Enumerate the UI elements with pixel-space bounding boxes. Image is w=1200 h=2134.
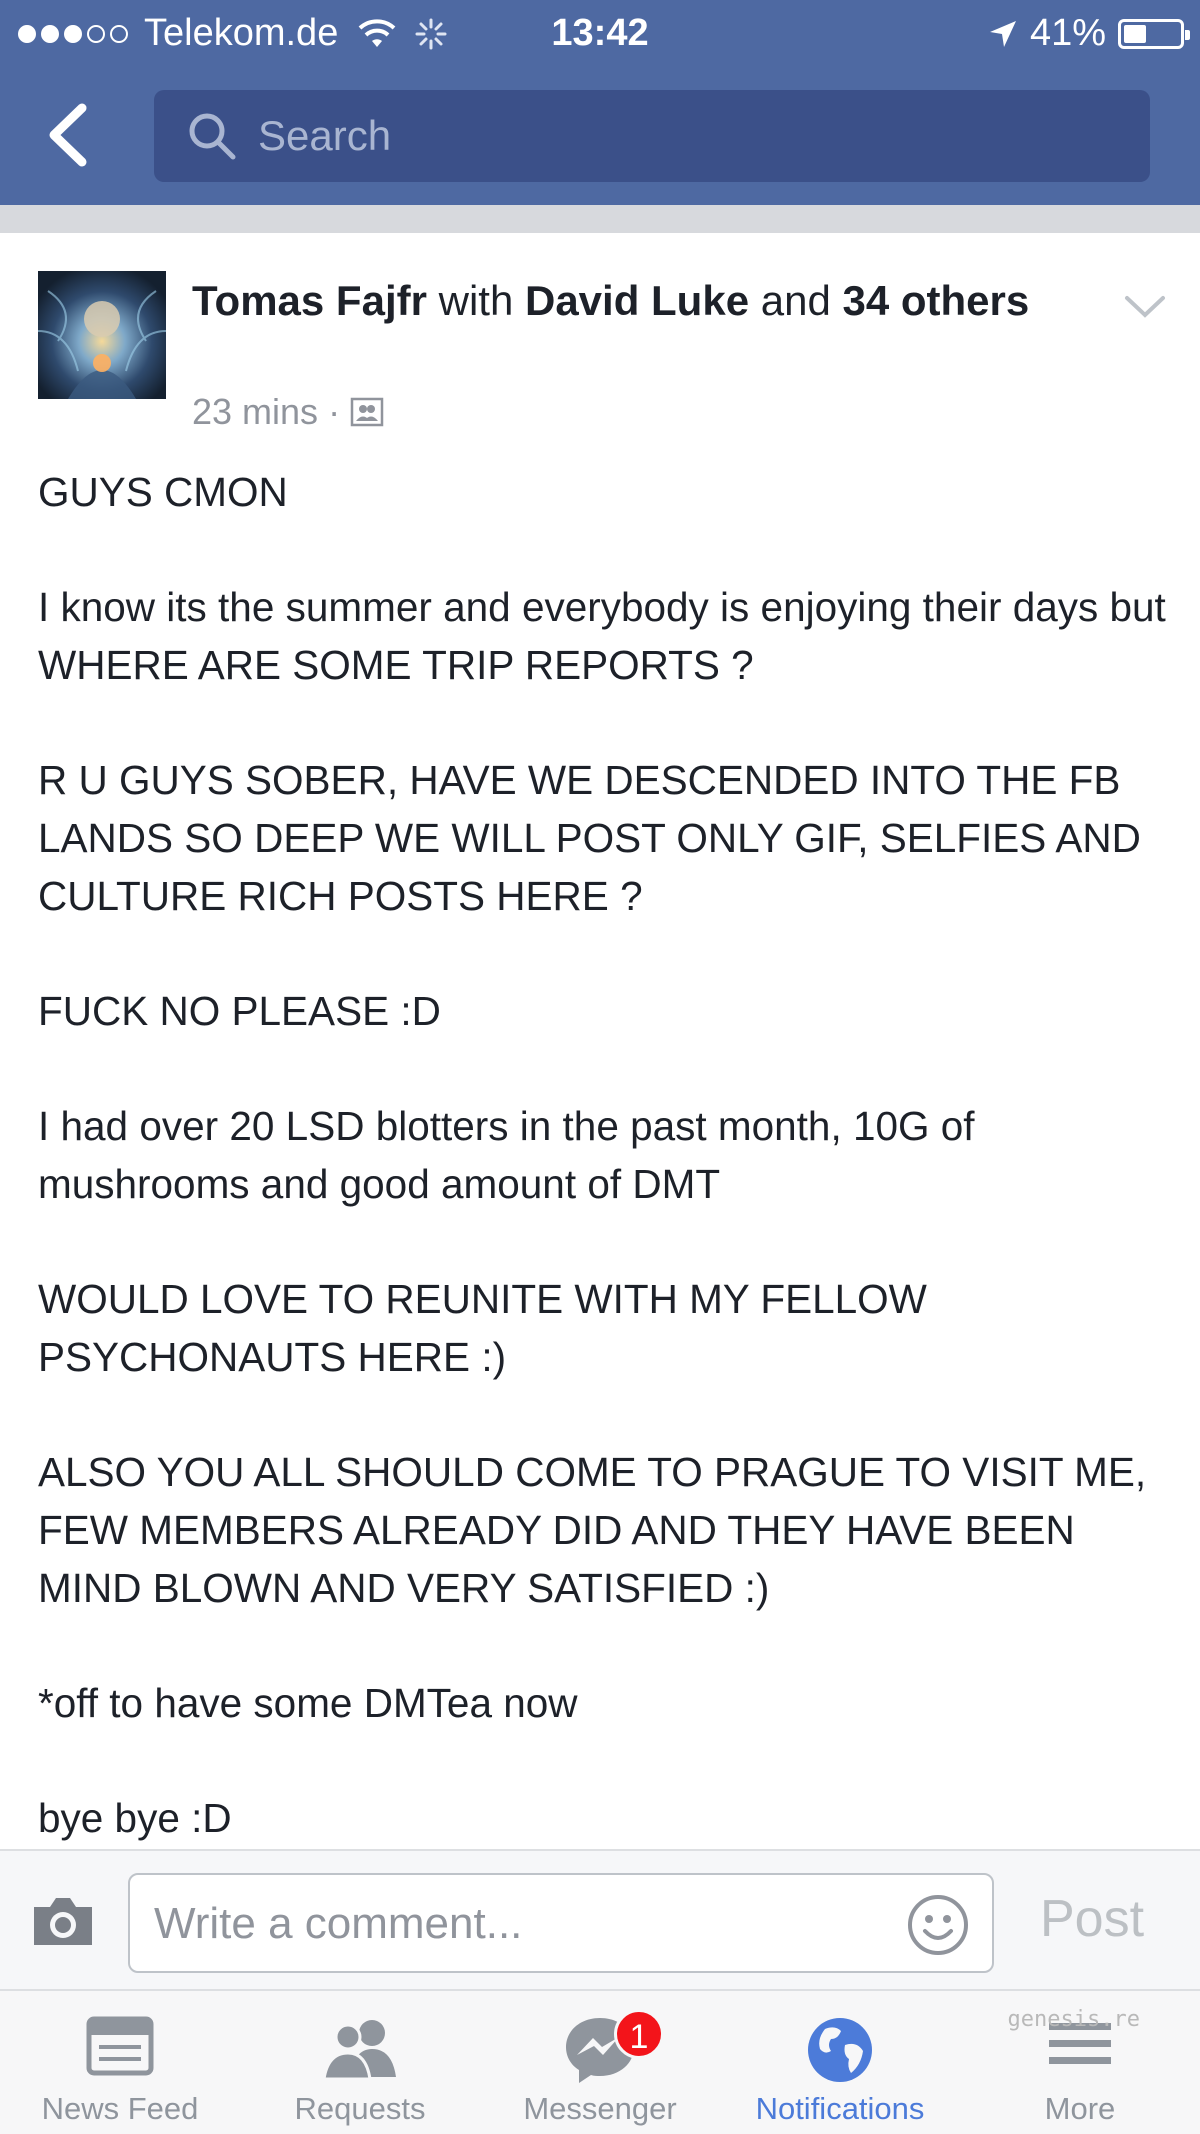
group-audience-icon	[350, 397, 384, 427]
watermark-text: genesis.re	[1007, 2007, 1140, 2032]
tab-label: News Feed	[41, 2091, 199, 2126]
search-icon	[189, 113, 236, 160]
tab-label: Messenger	[523, 2091, 677, 2126]
globe-icon	[808, 2018, 872, 2082]
post-options-chevron-icon[interactable]	[1124, 293, 1166, 321]
and-text: and	[760, 277, 831, 324]
post-body: GUYS CMON I know its the summer and ever…	[38, 463, 1168, 1847]
post-paragraph: *off to have some DMTea now	[38, 1680, 578, 1726]
battery-icon	[1118, 18, 1190, 49]
post-comment-button[interactable]: Post	[1040, 1889, 1144, 1949]
tab-label: Notifications	[755, 2091, 925, 2126]
avatar[interactable]	[38, 271, 166, 399]
battery-fill	[1124, 24, 1146, 43]
post-paragraph: bye bye :D	[38, 1795, 232, 1841]
tagged-name[interactable]: David Luke	[525, 277, 749, 324]
post-paragraph: GUYS CMON	[38, 469, 288, 515]
messenger-badge: 1	[614, 2009, 664, 2059]
search-input[interactable]	[258, 112, 1058, 160]
author-name[interactable]: Tomas Fajfr	[192, 277, 427, 324]
tab-news-feed[interactable]: News Feed	[0, 1991, 240, 2134]
comment-input[interactable]	[154, 1895, 894, 1953]
post-paragraph: ALSO YOU ALL SHOULD COME TO PRAGUE TO VI…	[38, 1449, 1147, 1611]
meta-separator: ·	[328, 391, 341, 432]
tab-label: Requests	[294, 2091, 426, 2126]
status-right: 41%	[988, 12, 1190, 55]
battery-percent: 41%	[1029, 12, 1106, 54]
smiley-icon[interactable]	[906, 1893, 970, 1957]
tab-requests[interactable]: Requests	[240, 1991, 480, 2134]
post-paragraph: WOULD LOVE TO REUNITE WITH MY FELLOW PSY…	[38, 1276, 927, 1380]
tab-notifications[interactable]: Notifications	[720, 1991, 960, 2134]
post-meta: 23 mins ·	[192, 391, 384, 433]
post-paragraph: I had over 20 LSD blotters in the past m…	[38, 1103, 975, 1207]
post-paragraph: I know its the summer and everybody is e…	[38, 584, 1166, 688]
friends-icon	[322, 2020, 396, 2081]
post-header: Tomas Fajfr with David Luke and 34 other…	[192, 273, 1072, 329]
feed-divider	[0, 205, 1200, 233]
search-bar[interactable]	[154, 90, 1150, 182]
post-timestamp[interactable]: 23 mins	[192, 391, 318, 433]
post-paragraph: FUCK NO PLEASE :D	[38, 988, 441, 1034]
camera-icon[interactable]	[30, 1893, 96, 1949]
with-text: with	[438, 277, 514, 324]
post-paragraph: R U GUYS SOBER, HAVE WE DESCENDED INTO T…	[38, 757, 1141, 919]
back-chevron-icon[interactable]	[40, 100, 100, 170]
top-header: Telekom.de 13:42 41%	[0, 0, 1200, 205]
comment-bar: Post	[0, 1849, 1200, 1991]
status-bar: Telekom.de 13:42 41%	[0, 0, 1200, 66]
location-arrow-icon	[989, 20, 1016, 47]
tab-label: More	[1044, 2091, 1116, 2126]
tagged-others[interactable]: 34 others	[842, 277, 1029, 324]
comment-field[interactable]	[128, 1873, 994, 1973]
news-feed-icon	[86, 2016, 154, 2076]
tab-messenger[interactable]: 1 Messenger	[480, 1991, 720, 2134]
post-card: Tomas Fajfr with David Luke and 34 other…	[0, 233, 1200, 1849]
